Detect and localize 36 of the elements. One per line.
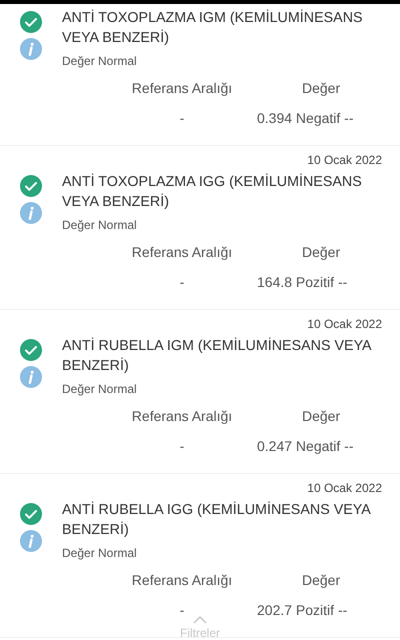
check-icon	[20, 339, 42, 361]
status-text: Değer Normal	[62, 545, 137, 562]
reference-value: -	[180, 601, 184, 619]
chevron-up-icon	[193, 616, 207, 624]
status-text: Değer Normal	[62, 381, 137, 398]
result-date: 10 Ocak 2022	[307, 152, 382, 168]
check-icon	[20, 503, 42, 525]
column-header: Değer	[302, 243, 340, 261]
info-icon[interactable]	[20, 530, 42, 552]
info-icon[interactable]	[20, 366, 42, 388]
check-icon	[20, 11, 42, 33]
status-text: Değer Normal	[62, 217, 137, 234]
column-header: Değer	[302, 407, 340, 425]
column-header: Değer	[302, 571, 340, 589]
result-value: 0.247 Negatif --	[257, 437, 354, 455]
column-header: Değer	[302, 79, 340, 97]
check-icon	[20, 175, 42, 197]
reference-value: -	[180, 273, 184, 291]
test-title: ANTİ RUBELLA IGM (KEMİLUMİNESANS VEYA BENZERİ)	[62, 336, 372, 376]
column-header: Referans Aralığı	[132, 243, 232, 261]
reference-value: -	[180, 437, 184, 455]
column-header: Referans Aralığı	[132, 571, 232, 589]
info-icon[interactable]	[20, 202, 42, 224]
result-value: 0.394 Negatif --	[257, 109, 354, 127]
status-text: Değer Normal	[62, 53, 137, 70]
result-date: 10 Ocak 2022	[307, 316, 382, 332]
test-title: ANTİ TOXOPLAZMA IGM (KEMİLUMİNESANS VEYA BENZERİ)	[62, 8, 364, 48]
result-date: 10 Ocak 2022	[307, 480, 382, 496]
result-value: 164.8 Pozitif --	[257, 273, 348, 291]
result-value: 202.7 Pozitif --	[257, 601, 348, 619]
column-header: Referans Aralığı	[132, 79, 232, 97]
test-title: ANTİ RUBELLA IGG (KEMİLUMİNESANS VEYA BENZERİ)	[62, 500, 372, 540]
info-icon[interactable]	[20, 38, 42, 60]
reference-value: -	[180, 109, 184, 127]
column-header: Referans Aralığı	[132, 407, 232, 425]
test-title: ANTİ TOXOPLAZMA IGG (KEMİLUMİNESANS VEYA BENZERİ)	[62, 172, 363, 212]
